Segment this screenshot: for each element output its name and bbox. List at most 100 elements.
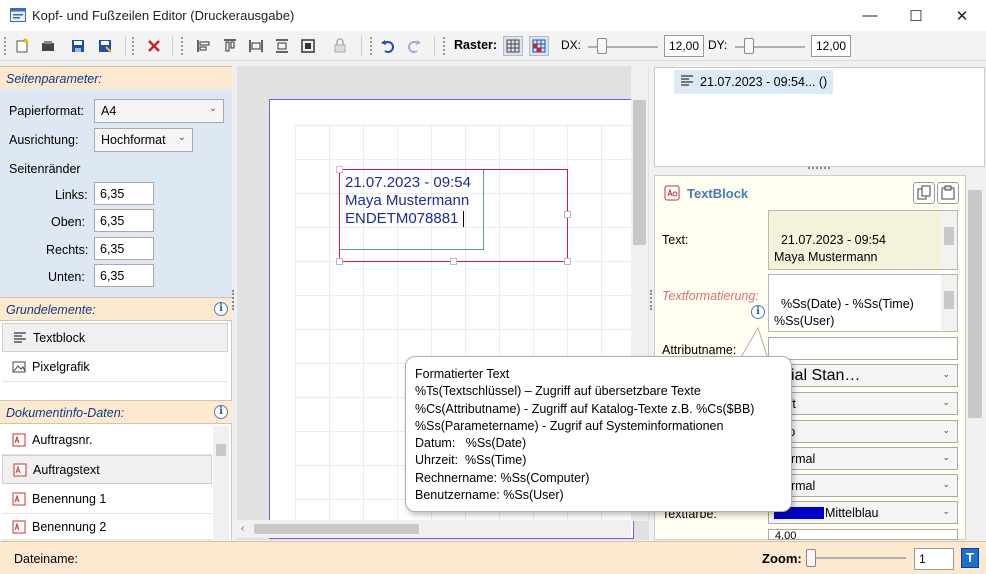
unten-label: Unten: (48, 270, 85, 284)
resize-handle[interactable] (336, 166, 343, 173)
fit-button[interactable] (298, 36, 318, 56)
dx-slider-thumb[interactable] (597, 38, 607, 54)
toolbar-grip[interactable] (132, 37, 135, 55)
rechts-input[interactable]: 6,35 (94, 237, 154, 260)
unten-input[interactable]: 6,35 (94, 264, 154, 287)
lock-icon (334, 38, 346, 53)
snap-grid-icon (532, 39, 546, 53)
scrollbar-thumb[interactable] (216, 444, 226, 456)
maximize-button[interactable]: ☐ (893, 0, 939, 31)
textblock-text[interactable]: 21.07.2023 - 09:54 Maya Mustermann ENDET… (345, 174, 471, 228)
toolbar-grip[interactable] (181, 37, 184, 55)
chevron-down-icon: ⌄ (942, 369, 950, 379)
align-center-button[interactable] (246, 36, 266, 56)
canvas-vertical-scroll-thumb[interactable] (633, 100, 646, 245)
textformatierung-scrollbar[interactable] (941, 275, 957, 331)
scroll-left-icon[interactable]: ‹ (241, 523, 244, 534)
papierformat-value: A4 (101, 104, 117, 118)
list-item-benennung-2[interactable]: Benennung 2 (2, 514, 212, 540)
toolbar-separator (125, 36, 126, 56)
text-textarea[interactable]: 21.07.2023 - 09:54 Maya Mustermann ENDET… (768, 210, 958, 270)
textformatierung-textarea[interactable]: %Ss(Date) - %Ss(Time) %Ss(User) %Ss(Comp… (768, 274, 958, 332)
close-button[interactable]: ✕ (939, 0, 985, 31)
minimize-button[interactable]: — (847, 0, 893, 31)
dokumentinfo-title: Dokumentinfo-Daten: (6, 406, 125, 420)
save-as-button[interactable] (95, 36, 115, 56)
list-item-benennung-1[interactable]: Benennung 1 (2, 485, 212, 514)
align-left-button[interactable] (194, 36, 214, 56)
dy-input[interactable]: 12,00 (811, 35, 851, 57)
zoom-input[interactable]: 1 (914, 548, 954, 570)
text-size-input[interactable]: 4,00 (768, 529, 958, 540)
resize-handle[interactable] (564, 211, 571, 218)
font-style-select[interactable]: Normal ⌄ (768, 447, 958, 470)
horizontal-align-select[interactable]: Left ⌄ (768, 392, 958, 415)
oben-input[interactable]: 6,35 (94, 209, 154, 232)
align-middle-button[interactable] (272, 36, 292, 56)
toolbar-separator (434, 36, 435, 56)
align-center-icon (249, 40, 263, 52)
info-icon[interactable]: i (214, 405, 228, 419)
save-button[interactable] (68, 36, 88, 56)
dy-slider-thumb[interactable] (744, 38, 754, 54)
tree-splitter-grip[interactable] (808, 167, 830, 171)
tree-item[interactable]: 21.07.2023 - 09:54... () (674, 70, 834, 94)
toolbar-separator (172, 36, 173, 56)
resize-handle[interactable] (450, 258, 457, 265)
properties-scroll-thumb[interactable] (968, 190, 982, 418)
grid-toggle-button[interactable] (503, 36, 523, 56)
info-icon[interactable]: i (214, 302, 228, 316)
papierformat-select[interactable]: A4 ⌄ (94, 99, 224, 123)
text-cursor (463, 211, 464, 227)
dokumentinfo-scrollbar[interactable] (213, 426, 229, 540)
vertical-align-select[interactable]: Top ⌄ (768, 420, 958, 443)
tooltip-line: Formatierter Text (415, 367, 510, 381)
toolbar-grip[interactable] (370, 37, 373, 55)
lock-button[interactable] (330, 36, 350, 56)
list-item-auftragsnr[interactable]: Auftragsnr. (2, 426, 212, 455)
list-item-textblock[interactable]: Textblock (2, 323, 228, 352)
textblock-icon (14, 331, 26, 343)
window-title: Kopf- und Fußzeilen Editor (Druckerausga… (32, 8, 295, 23)
paste-button[interactable] (937, 182, 959, 204)
font-weight-select[interactable]: Normal ⌄ (768, 474, 958, 497)
open-button[interactable] (38, 36, 58, 56)
zoom-slider-thumb[interactable] (806, 549, 816, 567)
paste-icon (941, 185, 955, 200)
ausrichtung-select[interactable]: Hochformat ⌄ (94, 128, 193, 152)
list-item-label: Benennung 1 (32, 492, 107, 506)
attributname-label: Attributname: (662, 343, 737, 357)
font-select[interactable]: Arial Stan… ⌄ (768, 364, 958, 387)
dx-input[interactable]: 12,00 (664, 35, 704, 57)
tooltip-pointer (739, 326, 769, 360)
left-splitter-grip[interactable] (232, 290, 236, 310)
list-item-pixelgrafik[interactable]: Pixelgrafik (2, 353, 228, 382)
delete-button[interactable] (144, 36, 164, 56)
chevron-down-icon: ⌄ (177, 132, 186, 143)
tooltip-line: %Cs(Attributname) - Zugriff auf Katalog-… (415, 401, 755, 416)
undo-button[interactable] (378, 36, 398, 56)
info-icon[interactable]: i (751, 305, 765, 319)
toolbar-grip[interactable] (443, 37, 446, 55)
toolbar-grip[interactable] (4, 37, 7, 55)
snap-grid-button[interactable] (529, 36, 549, 56)
resize-handle[interactable] (564, 258, 571, 265)
chevron-down-icon: ⌄ (942, 452, 950, 462)
copy-button[interactable] (913, 182, 935, 204)
zoom-slider-track[interactable] (806, 557, 906, 559)
textblock-icon (681, 75, 693, 86)
redo-button[interactable] (404, 36, 424, 56)
image-icon (12, 361, 26, 373)
textfarbe-select[interactable]: Mittelblau ⌄ (768, 501, 958, 524)
raster-label: Raster: (454, 38, 498, 52)
text-textarea-scrollbar[interactable] (941, 211, 957, 269)
links-input[interactable]: 6,35 (94, 182, 154, 205)
canvas-horizontal-scroll-thumb[interactable] (254, 524, 419, 534)
attributname-input[interactable] (768, 337, 958, 360)
text-mode-button[interactable]: T (961, 548, 979, 568)
resize-handle[interactable] (336, 258, 343, 265)
new-button[interactable] (12, 36, 32, 56)
list-item-auftragstext[interactable]: Auftragstext (2, 455, 212, 484)
align-top-button[interactable] (220, 36, 240, 56)
attribute-icon (12, 433, 26, 447)
